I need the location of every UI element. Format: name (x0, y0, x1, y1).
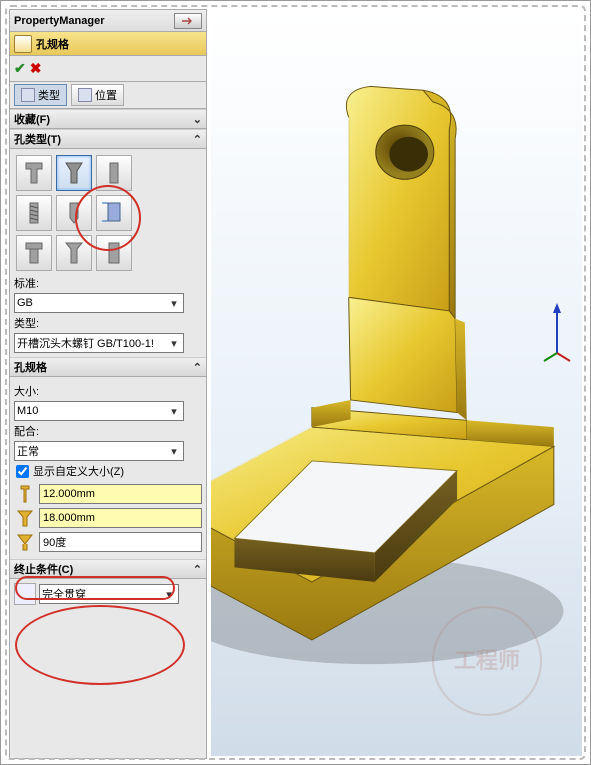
dim-hole-dia[interactable]: 12.000mm (39, 484, 202, 504)
tab-bar: 类型 位置 (10, 82, 206, 109)
custom-size-checkbox[interactable]: 显示自定义大小(Z) (14, 461, 202, 481)
fit-combo[interactable]: 正常▾ (14, 441, 184, 461)
pm-title-bar: PropertyManager (10, 10, 206, 32)
hole-countersink[interactable] (56, 155, 92, 191)
feature-title-bar: 孔规格 (10, 32, 206, 56)
graphics-viewport[interactable]: 工程师 (211, 9, 582, 756)
ok-cancel-bar: ✔ ✖ (10, 56, 206, 82)
chevron-up-icon: ⌃ (193, 361, 202, 374)
dim-csink-angle-row: 90度 (14, 531, 202, 553)
csink-angle-icon (14, 531, 36, 553)
section-holespec-head[interactable]: 孔规格 ⌃ (10, 357, 206, 377)
fit-label: 配合: (14, 423, 202, 439)
chevron-up-icon: ⌃ (193, 563, 202, 576)
dim-hole-dia-row: 12.000mm (14, 483, 202, 505)
hole-pipe-tap[interactable] (96, 195, 132, 231)
hole-slot-plain[interactable] (96, 235, 132, 271)
dim-csink-dia[interactable]: 18.000mm (39, 508, 202, 528)
pin-button[interactable] (174, 13, 202, 29)
standard-label: 标准: (14, 275, 202, 291)
direction-icon[interactable] (14, 583, 36, 605)
size-label: 大小: (14, 383, 202, 399)
tab-position-icon (78, 88, 92, 102)
section-favorites-head[interactable]: 收藏(F) ⌄ (10, 109, 206, 129)
3d-part (211, 69, 582, 669)
dim-csink-dia-row: 18.000mm (14, 507, 202, 529)
tab-position[interactable]: 位置 (71, 84, 124, 106)
ok-button[interactable]: ✔ (14, 60, 26, 77)
watermark: 工程师 (432, 606, 542, 716)
type-label: 类型: (14, 315, 202, 331)
hole-counterbore[interactable] (16, 155, 52, 191)
type-combo[interactable]: 开槽沉头木螺钉 GB/T100-1!▾ (14, 333, 184, 353)
standard-combo[interactable]: GB▾ (14, 293, 184, 313)
feature-title-text: 孔规格 (36, 36, 69, 52)
view-triad (542, 303, 572, 366)
tab-type-icon (21, 88, 35, 102)
chevron-up-icon: ⌃ (193, 133, 202, 146)
hole-tap-thru[interactable] (16, 195, 52, 231)
section-endcond-body: 完全贯穿▾ (10, 579, 206, 609)
section-endcond-head[interactable]: 终止条件(C) ⌃ (10, 559, 206, 579)
hole-slot-csink[interactable] (56, 235, 92, 271)
chevron-down-icon: ⌄ (193, 113, 202, 126)
csink-dia-icon (14, 507, 36, 529)
dim-csink-angle[interactable]: 90度 (39, 532, 202, 552)
section-holetype-head[interactable]: 孔类型(T) ⌃ (10, 129, 206, 149)
cancel-button[interactable]: ✖ (30, 60, 42, 77)
hole-plain[interactable] (96, 155, 132, 191)
hole-wizard-icon (14, 35, 32, 53)
section-holetype-body: 标准: GB▾ 类型: 开槽沉头木螺钉 GB/T100-1!▾ (10, 149, 206, 357)
hole-tap-blind[interactable] (56, 195, 92, 231)
property-manager-panel: PropertyManager 孔规格 ✔ ✖ 类型 位置 收藏(F) ⌄ 孔类… (9, 9, 207, 759)
section-holespec-body: 大小: M10▾ 配合: 正常▾ 显示自定义大小(Z) 12.000mm 18.… (10, 377, 206, 559)
custom-size-check[interactable] (16, 465, 29, 478)
pm-title-text: PropertyManager (14, 15, 174, 27)
endcond-combo[interactable]: 完全贯穿▾ (39, 584, 179, 604)
tab-type[interactable]: 类型 (14, 84, 67, 106)
hole-slot-cbore[interactable] (16, 235, 52, 271)
hole-dia-icon (14, 483, 36, 505)
size-combo[interactable]: M10▾ (14, 401, 184, 421)
hole-type-grid (14, 153, 202, 273)
